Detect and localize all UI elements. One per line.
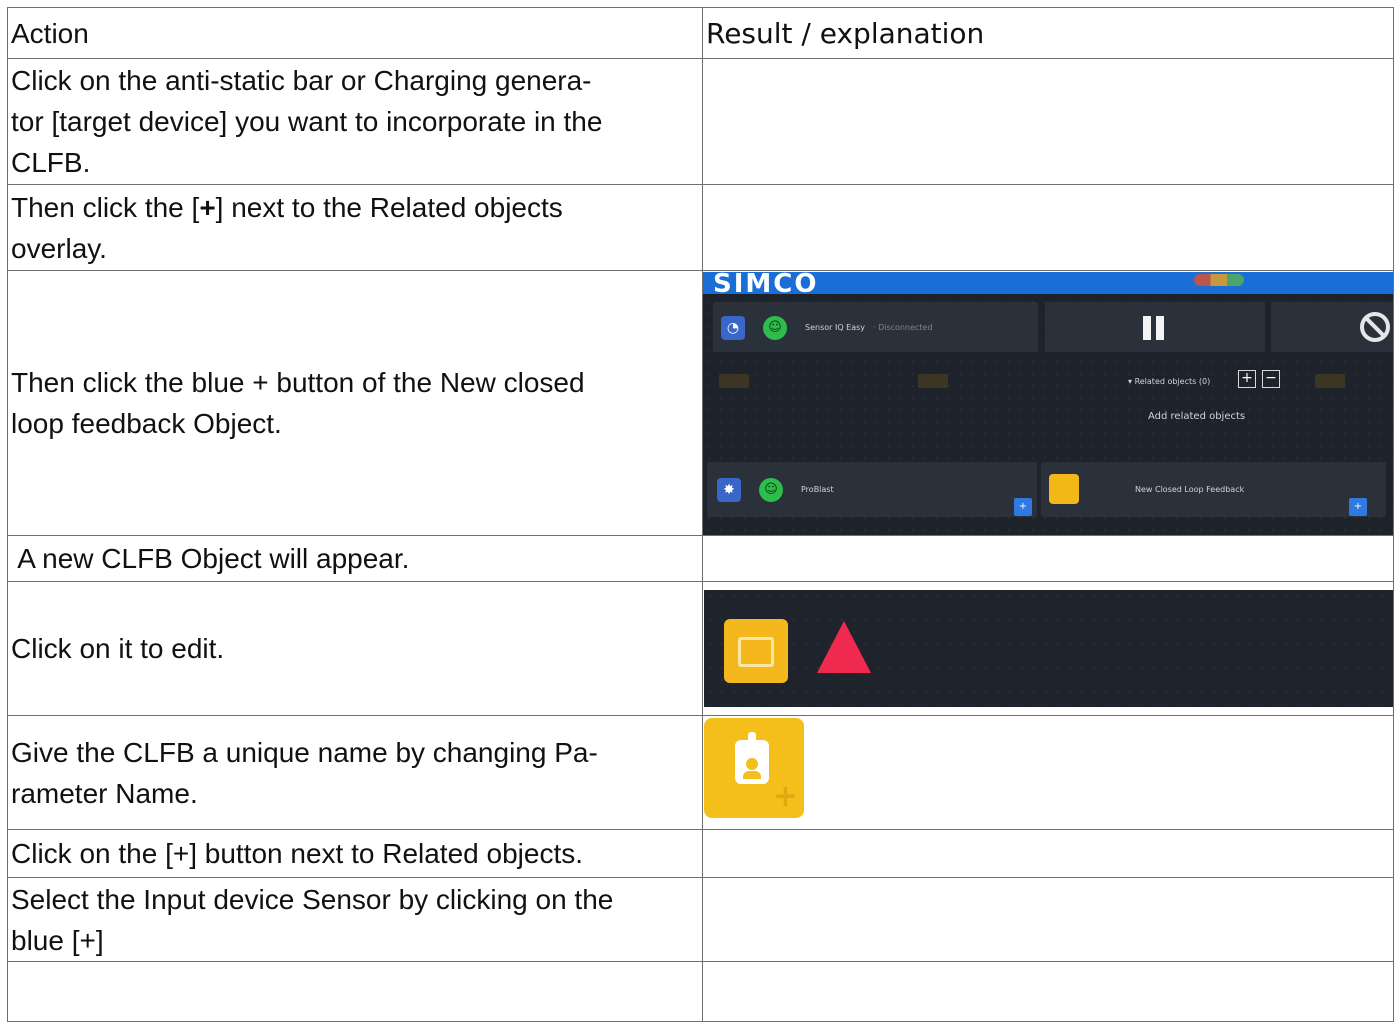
action-cell: Click on it to edit. [7,581,703,716]
table-row: Give the CLFB a unique name by changing … [7,715,1394,830]
action-cell: Select the Input device Sensor by clicki… [7,877,703,962]
remove-related-button[interactable]: − [1262,369,1280,388]
action-line: Click on the anti-static bar or Charging… [11,65,592,96]
action-cell: Click on the [+] button next to Related … [7,829,703,878]
clfb-label: New Closed Loop Feedback [1135,484,1245,494]
warning-triangle-icon [817,621,871,673]
no-entry-icon [1360,311,1390,342]
clfb-add-button[interactable]: + [1349,497,1367,516]
table-row: Then click the blue + button of the New … [7,270,1394,536]
running-man-icon: ☺ [763,315,787,340]
plus-symbol: + [199,191,216,223]
loop-arrow-icon [738,637,774,667]
name-badge-icon: + [704,717,804,818]
add-related-objects-link[interactable]: Add related objects [1148,411,1245,422]
problast-label: ProBlast [801,484,834,494]
action-line: Select the Input device Sensor by clicki… [11,883,614,915]
instructions-table: Action Result / explanation Click on the… [7,7,1394,1022]
closed-loop-feedback-icon[interactable] [724,619,788,683]
header-row: Action Result / explanation [7,7,1394,59]
related-objects-text: Related objects (0) [1134,376,1211,386]
problast-panel [707,461,1037,517]
closed-loop-icon [1049,473,1079,504]
header-action: Action [7,7,703,59]
icon-wrap: + [704,717,1393,829]
pause-icon [1156,315,1164,340]
dim-block [719,373,749,388]
action-line: tor [target device] you want to incorpor… [11,106,603,137]
action-line: blue [+] [11,924,104,956]
related-objects-label: ▾ Related objects (0) [1128,376,1211,386]
action-line: loop feedback Object. [11,408,282,439]
gauge-icon: ◔ [721,315,745,340]
sensor-status: · Disconnected [873,322,933,332]
result-cell [702,535,1394,582]
result-cell [702,58,1394,185]
running-man-icon: ☺ [759,477,783,502]
status-dots [1194,273,1244,286]
pause-icon [1143,315,1151,340]
result-cell [702,829,1394,878]
problast-add-button[interactable]: + [1014,497,1032,516]
pause-panel [1045,301,1265,352]
clfb-object-screenshot [704,590,1393,707]
action-cell: Then click the blue + button of the New … [7,270,703,536]
ionizer-icon: ✸ [717,477,741,502]
action-line: Then click the [+] next to the Related o… [11,187,702,228]
result-cell [702,184,1394,271]
table-row: Click on the anti-static bar or Charging… [7,58,1394,185]
action-line: CLFB. [11,147,91,178]
action-line: rameter Name. [11,777,198,809]
result-cell: SIMCO ◔ ☺ Sensor IQ Easy · Disconnected … [702,270,1394,536]
action-line: overlay. [11,232,107,264]
table-row: A new CLFB Object will appear. [7,535,1394,582]
add-related-button[interactable]: + [1238,369,1256,388]
table-row: Click on the [+] button next to Related … [7,829,1394,878]
action-line: Give the CLFB a unique name by changing … [11,736,598,768]
action-cell: Click on the anti-static bar or Charging… [7,58,703,185]
action-text: Then click the [ [11,191,200,223]
person-head [746,757,758,770]
action-cell: Give the CLFB a unique name by changing … [7,715,703,830]
action-cell: A new CLFB Object will appear. [7,535,703,582]
result-cell: + [702,715,1394,830]
result-cell [702,581,1394,716]
result-cell [702,961,1394,1022]
dim-block [918,373,948,388]
simco-logo: SIMCO [713,270,819,299]
action-cell: Then click the [+] next to the Related o… [7,184,703,271]
table-row: Click on it to edit. [7,581,1394,716]
header-result: Result / explanation [702,7,1394,59]
action-cell [7,961,703,1022]
person-body [743,770,761,779]
action-text: ] next to the Related objects [215,191,563,223]
table-row [7,961,1394,1022]
related-objects-screenshot: SIMCO ◔ ☺ Sensor IQ Easy · Disconnected … [703,270,1393,535]
table-row: Select the Input device Sensor by clicki… [7,877,1394,962]
table-row: Then click the [+] next to the Related o… [7,184,1394,271]
sensor-label: Sensor IQ Easy [805,322,866,332]
result-cell [702,877,1394,962]
dim-block [1315,373,1345,388]
action-line: Then click the blue + button of the New … [11,367,585,398]
plus-icon: + [772,778,798,814]
